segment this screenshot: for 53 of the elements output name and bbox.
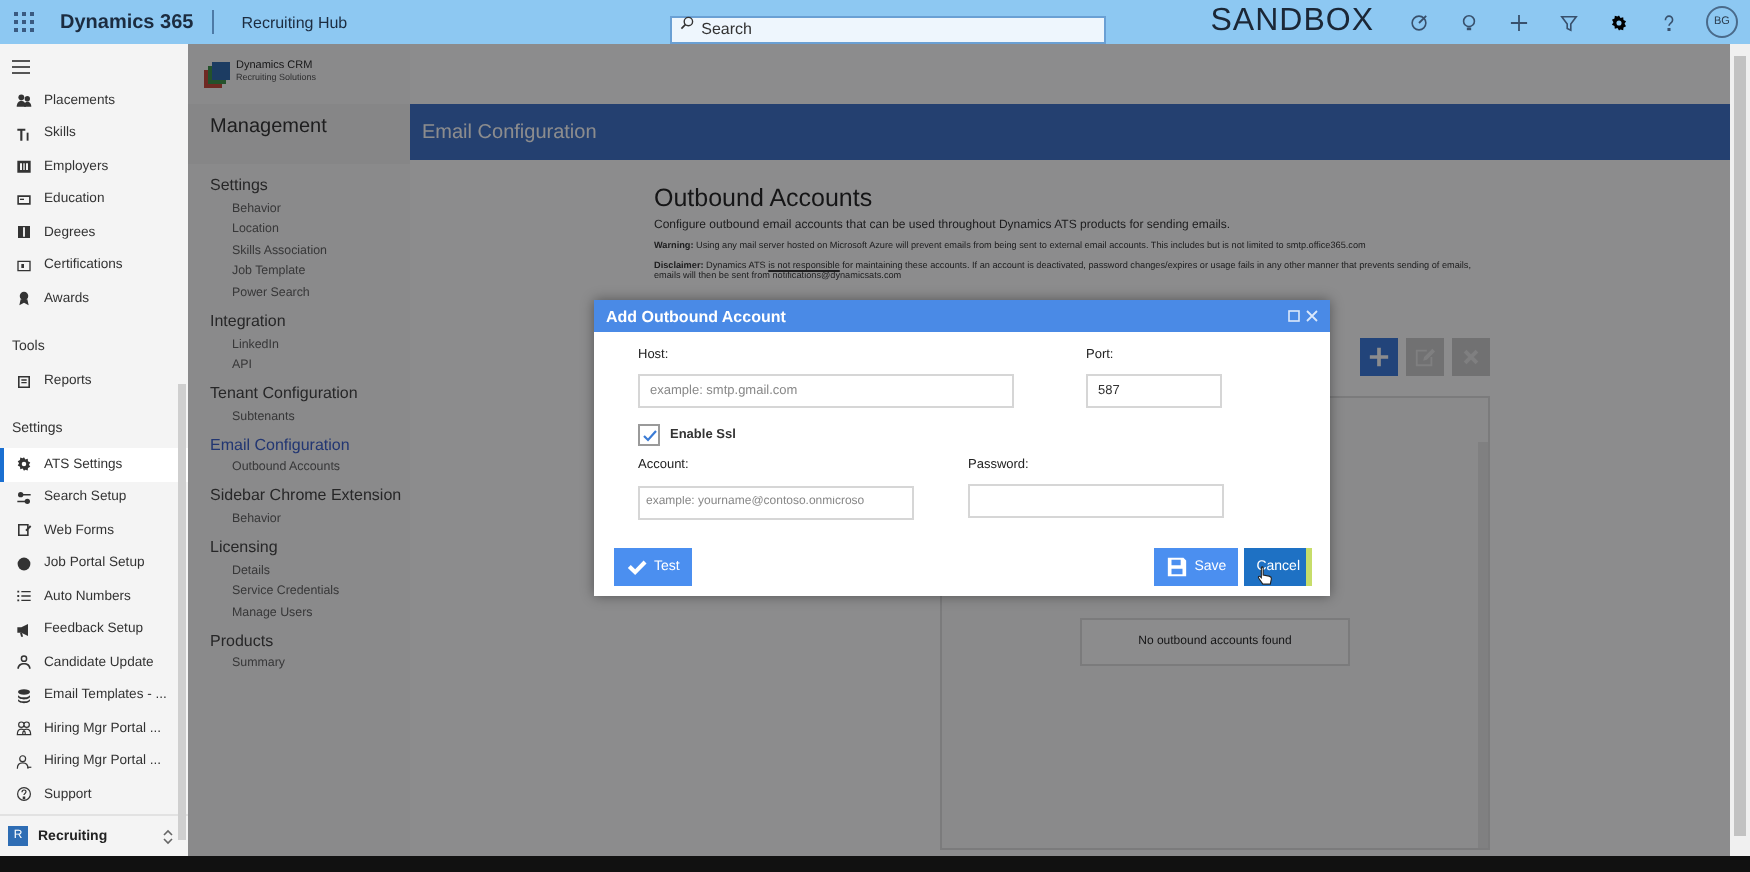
filter-icon[interactable] <box>1560 13 1578 31</box>
password-field[interactable] <box>968 484 1224 518</box>
app-name[interactable]: Dynamics 365 <box>60 11 194 33</box>
search-field[interactable]: Search <box>669 15 1106 43</box>
text-icon <box>16 125 32 142</box>
person-icon <box>16 753 32 770</box>
help-icon[interactable] <box>1660 13 1678 31</box>
certificate-icon <box>16 257 32 274</box>
help-icon <box>16 786 32 803</box>
report-icon <box>16 373 32 390</box>
card-icon <box>16 191 32 208</box>
search-icon <box>679 15 694 29</box>
add-button[interactable] <box>1360 337 1398 375</box>
maximize-icon[interactable] <box>1288 310 1300 322</box>
section-link[interactable]: Integration <box>210 311 410 330</box>
scrollbar[interactable] <box>1730 44 1750 856</box>
form-icon <box>16 522 32 539</box>
logo-icon <box>202 60 232 90</box>
people-icon <box>16 720 32 737</box>
ribbon-icon <box>16 290 32 307</box>
area-name: Recruiting Hub <box>241 13 348 31</box>
plus-icon[interactable] <box>1510 13 1528 31</box>
close-icon[interactable] <box>1306 310 1318 322</box>
app-launcher-icon[interactable] <box>14 12 34 32</box>
gear-icon <box>16 456 32 473</box>
section-link[interactable]: Settings <box>210 176 410 194</box>
building-icon <box>16 158 32 175</box>
section-link[interactable]: Sidebar Chrome Extension <box>210 486 410 505</box>
dialog-title: Add Outbound Account <box>606 307 786 325</box>
person-icon <box>16 654 32 671</box>
section-link[interactable]: Products <box>210 631 410 650</box>
book-icon <box>16 224 32 241</box>
plus-icon <box>1368 345 1390 367</box>
scrollbar[interactable] <box>178 384 186 840</box>
section-link[interactable]: Tenant Configuration <box>210 384 410 403</box>
checkbox[interactable] <box>638 424 660 446</box>
list-icon <box>16 588 32 605</box>
people-icon <box>16 92 32 109</box>
checkmark-icon <box>626 556 648 578</box>
environment-label: SANDBOX <box>1210 4 1374 40</box>
section-link[interactable]: Email Configuration <box>210 435 410 454</box>
panel-title: Management <box>188 104 410 164</box>
page-header: Email Configuration <box>410 104 1730 160</box>
lightbulb-icon[interactable] <box>1460 13 1478 31</box>
up-down-chevron-icon <box>162 827 174 845</box>
menu-icon[interactable] <box>12 60 30 74</box>
section-link[interactable]: Licensing <box>210 537 410 556</box>
megaphone-icon <box>16 621 32 638</box>
sliders-icon <box>16 489 32 506</box>
settings-icon[interactable] <box>1610 13 1628 31</box>
stack-icon <box>16 687 32 704</box>
target-icon[interactable] <box>1410 13 1428 31</box>
page-heading: Outbound Accounts <box>654 184 875 212</box>
